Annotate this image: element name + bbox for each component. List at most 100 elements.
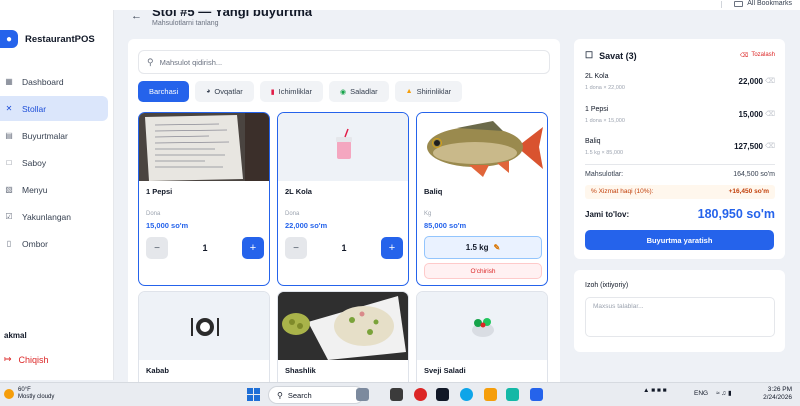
all-bookmarks-label: All Bookmarks	[747, 0, 792, 7]
drink-icon	[336, 128, 352, 159]
sidebar-item-dashboard[interactable]: ▦ Dashboard	[0, 69, 108, 94]
category-tabs: Barchasi ◕ Ovqatlar ▮ Ichimliklar ◉ Sala…	[138, 81, 463, 102]
product-unit: Dona	[285, 211, 300, 217]
product-search[interactable]: ⚲	[138, 50, 550, 74]
sidebar-item-saboy[interactable]: □ Saboy	[0, 150, 108, 175]
trash-icon[interactable]: ⌫	[765, 110, 775, 118]
weather-widget[interactable]: 60°F Mostly cloudy	[4, 387, 54, 401]
cart-line: 2L Kola 1 dona × 22,000 22,000 ⌫	[585, 73, 775, 99]
decrease-button[interactable]: −	[285, 237, 307, 259]
product-image	[417, 292, 547, 360]
cart-line-detail: 1.5 kg × 85,000	[585, 150, 624, 156]
grid-icon: ▦	[5, 77, 13, 86]
sidebar-item-stollar[interactable]: ✕ Stollar	[0, 96, 108, 121]
notes-input[interactable]	[585, 297, 775, 337]
tab-ovqatlar[interactable]: ◕ Ovqatlar	[195, 81, 254, 102]
sidebar-item-label: Saboy	[22, 157, 47, 168]
tab-saladlar[interactable]: ◉ Saladlar	[328, 81, 389, 102]
trash-icon[interactable]: ⌫	[765, 77, 775, 85]
trash-icon: ⌫	[739, 53, 749, 59]
sidebar-item-ombor[interactable]: ▯ Ombor	[0, 231, 108, 256]
product-image	[139, 292, 269, 360]
app-icon[interactable]	[436, 388, 449, 401]
taskbar-search-label: Search	[287, 390, 312, 400]
product-card-kola[interactable]: 2L Kola Dona 22,000 so'm − 1 +	[277, 112, 409, 286]
subtotal-value: 164,500 so'm	[733, 171, 775, 178]
notes-label: Izoh (ixtiyoriy)	[585, 282, 629, 289]
product-card-baliq[interactable]: Baliq Kg 85,000 so'm 1.5 kg ✎ O'chirish	[416, 112, 548, 286]
chrome-app-icon[interactable]	[414, 388, 427, 401]
edit-weight-button[interactable]: 1.5 kg ✎	[424, 236, 542, 259]
product-search-input[interactable]	[159, 57, 540, 67]
sidebar-nav: ▦ Dashboard ✕ Stollar ▤ Buyurtmalar □ Sa…	[0, 69, 108, 258]
cart-line: Baliq 1.5 kg × 85,000 127,500 ⌫	[585, 138, 775, 164]
sidebar-item-label: Yakunlangan	[22, 211, 71, 222]
clear-cart-button[interactable]: ⌫ Tozalash	[740, 52, 775, 59]
create-order-button[interactable]: Buyurtma yaratish	[585, 230, 774, 250]
trash-icon[interactable]: ⌫	[765, 142, 775, 150]
decrease-button[interactable]: −	[146, 237, 168, 259]
tab-shirinliklar[interactable]: ▲ Shirinliklar	[394, 81, 463, 102]
product-card-kabab[interactable]: Kabab	[138, 291, 270, 384]
clear-cart-label: Tozalash	[751, 52, 775, 58]
folder-app-icon[interactable]	[484, 388, 497, 401]
product-card-shashlik[interactable]: Shashlik	[277, 291, 409, 384]
cart-line-total: 22,000	[738, 77, 763, 86]
plate-icon: ◕	[206, 88, 211, 95]
sidebar-item-label: Dashboard	[22, 76, 64, 87]
clock-date: 2/24/2026	[763, 394, 792, 401]
all-bookmarks-button[interactable]: All Bookmarks	[734, 0, 792, 7]
salad-photo	[278, 292, 408, 360]
widgets-app-icon[interactable]	[356, 388, 369, 401]
products-panel: ⚲ Barchasi ◕ Ovqatlar ▮ Ichimliklar ◉ Sa…	[128, 39, 560, 384]
task-view-icon[interactable]	[390, 388, 403, 401]
tab-ichimliklar[interactable]: ▮ Ichimliklar	[259, 81, 323, 102]
document-icon: ▤	[5, 131, 13, 140]
utensils-icon: ✕	[5, 104, 13, 113]
search-icon: ⚲	[147, 56, 154, 67]
cart-line-name: 1 Pepsi	[585, 106, 609, 113]
notes-panel: Izoh (ixtiyoriy)	[574, 270, 785, 352]
subtotal-label: Mahsulotlar:	[585, 171, 624, 178]
app-icon[interactable]	[530, 388, 543, 401]
sidebar-item-buyurtmalar[interactable]: ▤ Buyurtmalar	[0, 123, 108, 148]
bookmarks-separator	[721, 1, 722, 8]
delete-button[interactable]: O'chirish	[424, 263, 542, 279]
user-name: akmal	[4, 331, 27, 340]
back-arrow-icon[interactable]: ←	[131, 10, 142, 22]
network-volume-icons[interactable]: ≈ ♫ ▮	[716, 389, 732, 397]
product-name: 1 Pepsi	[146, 187, 173, 196]
sidebar-item-menyu[interactable]: ▧ Menyu	[0, 177, 108, 202]
cart-line-total: 15,000	[738, 110, 763, 119]
quantity-stepper: − 1 +	[146, 237, 264, 259]
quantity-value: 1	[202, 243, 208, 253]
page-subtitle: Mahsulotlarni tanlang	[152, 20, 219, 27]
clock-time: 3:26 PM	[767, 386, 792, 393]
sidebar-item-label: Stollar	[22, 103, 47, 114]
quantity-stepper: − 1 +	[285, 237, 403, 259]
taskbar-search[interactable]: ⚲ Search	[268, 386, 364, 404]
increase-button[interactable]: +	[380, 237, 403, 259]
cart-line-name: Baliq	[585, 138, 601, 145]
taskbar: 60°F Mostly cloudy ⚲ Search ▲ ■ ■ ■ ENG …	[0, 382, 800, 406]
total-value: 180,950 so'm	[697, 207, 775, 221]
bag-icon: □	[6, 158, 12, 167]
clock[interactable]: 3:26 PM 2/24/2026	[763, 386, 792, 402]
product-card-pepsi[interactable]: 1 Pepsi Dona 15,000 so'm − 1 +	[138, 112, 270, 286]
app-icon[interactable]	[506, 388, 519, 401]
tab-label: Barchasi	[149, 87, 179, 96]
search-icon: ⚲	[277, 390, 283, 400]
logout-button[interactable]: ↦ Chiqish	[4, 354, 49, 365]
windows-start-icon[interactable]	[247, 388, 260, 401]
language-indicator[interactable]: ENG	[694, 390, 708, 397]
drink-icon: ▮	[270, 88, 275, 96]
product-price: 15,000 so'm	[146, 221, 189, 230]
app-icon[interactable]	[460, 388, 473, 401]
tab-barchasi[interactable]: Barchasi	[138, 81, 190, 102]
sidebar-item-yakunlangan[interactable]: ☑ Yakunlangan	[0, 204, 108, 229]
product-card-svezhi-saladi[interactable]: Svejі Saladi	[416, 291, 548, 384]
product-image	[278, 292, 408, 360]
pencil-icon: ✎	[493, 243, 501, 252]
increase-button[interactable]: +	[241, 237, 264, 259]
system-tray-icons[interactable]: ▲ ■ ■ ■	[643, 387, 667, 394]
